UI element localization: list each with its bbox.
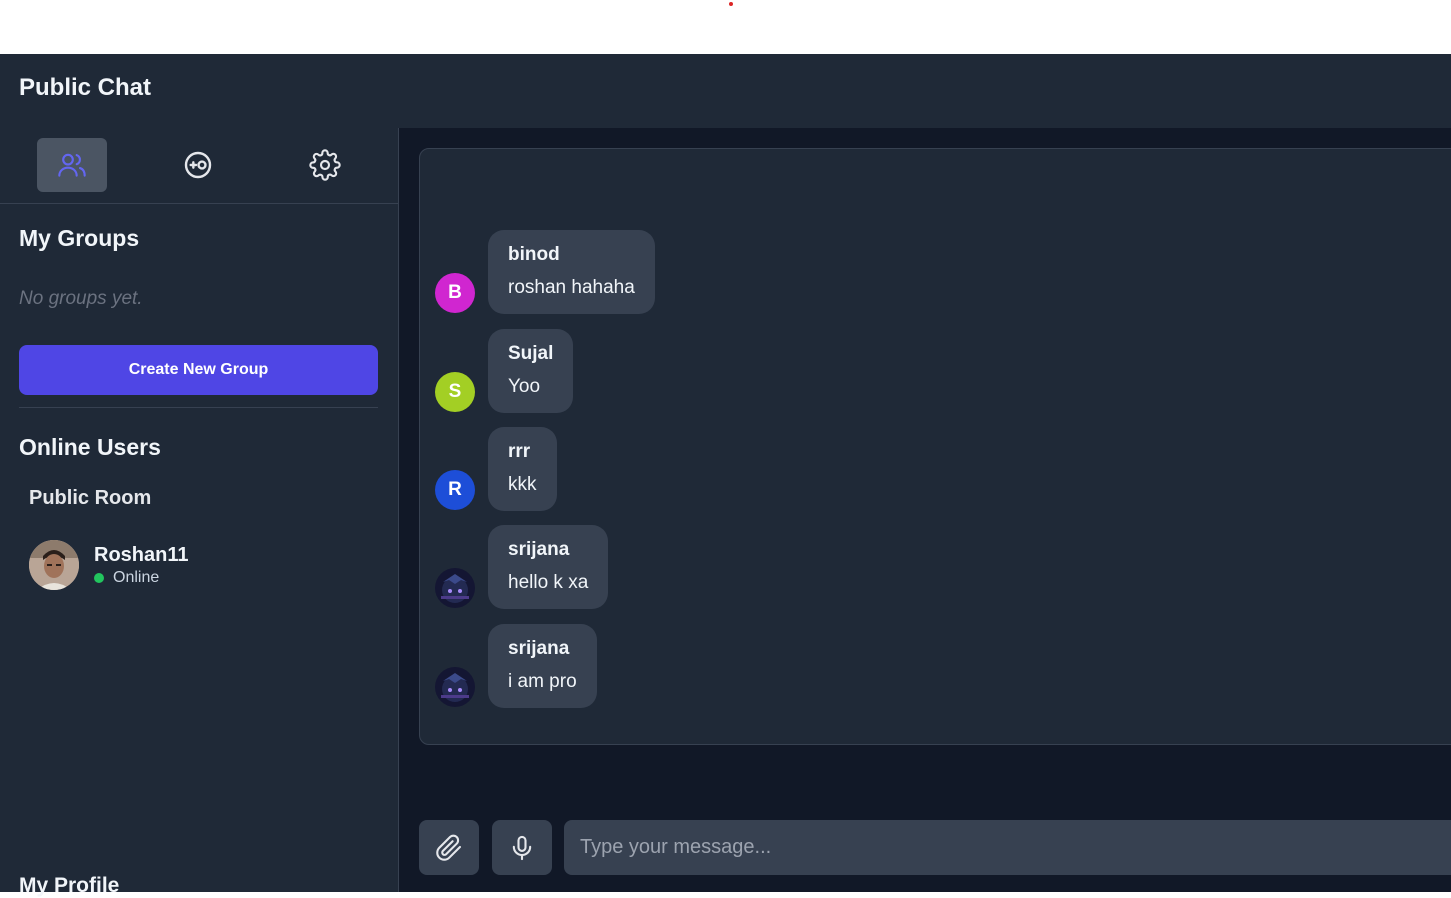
app-header: Public Chat [0,54,1451,128]
browser-top-area [0,0,1451,54]
message-sender: srijana [508,638,570,659]
online-user-item[interactable]: Roshan11 Online [29,540,369,592]
chat-add-icon [184,151,212,179]
message-sender: srijana [508,539,570,560]
tab-new-chat[interactable] [163,138,233,192]
user-name: Roshan11 [94,544,189,566]
attach-button[interactable] [419,820,479,875]
sidebar: My Groups No groups yet. Create New Grou… [0,128,399,897]
chat-area: B binod roshan hahaha S Sujal Yoo R rrr … [399,128,1451,892]
user-status: Online [94,569,159,587]
message-input[interactable] [564,820,1451,875]
message-sender: rrr [508,441,531,462]
message-sender: Sujal [508,343,554,364]
message-sender: binod [508,244,560,265]
red-dot-indicator [729,2,733,6]
online-users-heading: Online Users [19,434,161,460]
divider [19,407,378,408]
avatar [435,568,475,608]
avatar [435,667,475,707]
tab-settings[interactable] [290,138,360,192]
users-icon [58,153,86,177]
room-title: Public Room [29,487,152,509]
my-groups-heading: My Groups [19,225,140,251]
microphone-icon [512,835,532,860]
voice-button[interactable] [492,820,552,875]
gear-icon [309,149,341,181]
avatar: S [435,372,475,412]
create-group-button[interactable]: Create New Group [19,345,378,395]
sidebar-tabs [0,128,398,204]
no-groups-text: No groups yet. [19,288,143,309]
message-bubble: srijana i am pro [488,624,597,708]
message-text: kkk [508,474,537,495]
message-bubble: Sujal Yoo [488,329,574,413]
message-text: Yoo [508,376,541,397]
message-list: B binod roshan hahaha S Sujal Yoo R rrr … [419,148,1451,745]
online-status-dot [94,573,104,583]
avatar: B [435,273,475,313]
message-text: roshan hahaha [508,277,635,298]
paperclip-icon [436,834,462,861]
my-profile-heading: My Profile [19,874,120,897]
message-bubble: rrr kkk [488,427,557,511]
message-text: i am pro [508,671,577,692]
message-bubble: srijana hello k xa [488,525,609,609]
tab-users[interactable] [37,138,107,192]
avatar: R [435,470,475,510]
message-text: hello k xa [508,572,589,593]
status-label: Online [113,569,160,586]
avatar [29,540,79,590]
message-composer [419,820,1451,876]
page-title: Public Chat [19,74,152,101]
message-bubble: binod roshan hahaha [488,230,655,314]
